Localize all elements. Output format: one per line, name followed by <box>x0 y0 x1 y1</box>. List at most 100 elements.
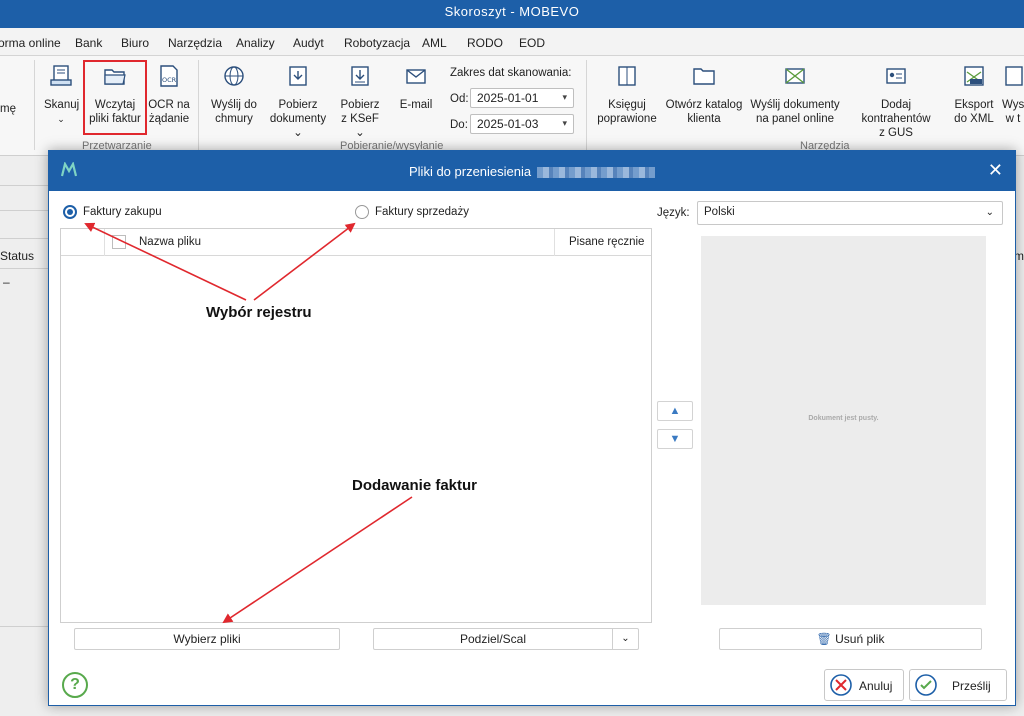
divider <box>0 626 48 627</box>
date-from-value: 2025-01-01 <box>477 91 539 105</box>
radio-selected-icon <box>63 205 77 219</box>
files-dialog: Pliki do przeniesienia ✕ Faktury zakupu … <box>48 150 1016 706</box>
send-cloud-button[interactable]: Wyślij do chmury <box>206 64 262 126</box>
divider <box>0 210 48 211</box>
date-to-value: 2025-01-03 <box>477 117 539 131</box>
menu-item-robotyzacja[interactable]: Robotyzacja <box>344 36 410 50</box>
arrow-down-icon: ▼ <box>669 433 681 445</box>
split-merge-label: Podziel/Scal <box>459 632 527 646</box>
select-all-checkbox[interactable] <box>112 235 126 249</box>
highlight-box <box>83 60 147 135</box>
cancel-label: Anuluj <box>859 679 893 693</box>
dialog-title: Pliki do przeniesienia <box>409 164 532 179</box>
send-button[interactable]: Prześlij <box>909 669 1007 701</box>
date-to-picker[interactable]: 2025-01-03 ▾ <box>470 114 574 134</box>
send-panel-label-2: na panel online <box>755 113 834 125</box>
send-label: Prześlij <box>952 679 991 693</box>
chevron-down-icon: ⌄ <box>293 127 303 139</box>
ocr-label-1: OCR na <box>148 99 190 111</box>
menu-item-audyt[interactable]: Audyt <box>293 36 324 50</box>
menu-item-rodo[interactable]: RODO <box>467 36 503 50</box>
radio-sales-label: Faktury sprzedaży <box>375 206 469 218</box>
ribbon: mę Skanuj ⌄ Wczytaj pliki faktur OCR OCR… <box>0 56 1024 156</box>
menu-item-biuro[interactable]: Biuro <box>121 36 149 50</box>
send-check-icon <box>915 674 937 696</box>
scan-button[interactable]: Skanuj ⌄ <box>44 64 80 126</box>
send-cut-label-2: w t <box>1005 113 1021 125</box>
menu-item-forma-online[interactable]: orma online <box>0 36 61 50</box>
send-panel-label-1: Wyślij dokumenty <box>750 99 840 111</box>
menu-item-eod[interactable]: EOD <box>519 36 545 50</box>
chevron-down-icon: ⌄ <box>57 114 65 124</box>
post-corrected-button[interactable]: Księguj poprawione <box>594 64 660 126</box>
scan-label: Skanuj <box>44 99 80 111</box>
email-label: E-mail <box>399 99 433 111</box>
annotation-adding-invoices: Dodawanie faktur <box>352 477 478 494</box>
open-folder-label-1: Otwórz katalog <box>665 99 743 111</box>
cancel-icon <box>830 674 852 696</box>
download-ksef-button[interactable]: Pobierz z KSeF ⌄ <box>336 64 384 140</box>
annotation-register-choice: Wybór rejestru <box>206 304 312 321</box>
globe-icon <box>224 66 244 86</box>
send-cut-button[interactable]: Wys w t <box>1002 64 1024 126</box>
date-from-picker[interactable]: 2025-01-01 ▾ <box>470 88 574 108</box>
email-button[interactable]: E-mail <box>394 64 438 112</box>
move-up-button[interactable]: ▲ <box>657 401 693 421</box>
chevron-down-icon[interactable]: ⌄ <box>612 629 638 649</box>
export-label-2: do XML <box>954 113 994 125</box>
menu-bar: orma online Bank Biuro Narzędzia Analizy… <box>0 28 1024 56</box>
date-from-label: Od: <box>450 93 469 105</box>
help-icon[interactable]: ? <box>62 672 88 698</box>
remove-file-button[interactable]: 🗑 Usuń plik <box>719 628 982 650</box>
menu-item-analizy[interactable]: Analizy <box>236 36 275 50</box>
redacted-name <box>537 167 655 178</box>
chevron-down-icon: ▾ <box>562 118 567 128</box>
ribbon-separator <box>34 60 35 150</box>
column-divider <box>104 229 105 256</box>
mobevo-logo-icon <box>61 162 77 177</box>
divider <box>0 268 48 269</box>
files-table: Nazwa pliku Pisane ręcznie <box>60 228 652 623</box>
radio-purchase-invoices[interactable]: Faktury zakupu <box>63 205 162 219</box>
add-contractors-label-2: z GUS <box>879 127 913 139</box>
remove-file-label: Usuń plik <box>835 632 885 646</box>
radio-sales-invoices[interactable]: Faktury sprzedaży <box>355 205 469 219</box>
add-contractors-label-1: Dodaj kontrahentów <box>861 99 931 125</box>
move-down-button[interactable]: ▼ <box>657 429 693 449</box>
ribbon-separator <box>586 60 587 150</box>
menu-item-bank[interactable]: Bank <box>75 36 102 50</box>
ocr-label-2: żądanie <box>148 113 190 125</box>
language-label: Język: <box>657 207 690 219</box>
menu-item-narzedzia[interactable]: Narzędzia <box>168 36 222 50</box>
close-icon[interactable]: ✕ <box>988 160 1003 180</box>
email-icon <box>406 69 426 84</box>
send-to-panel-button[interactable]: Wyślij dokumenty na panel online <box>750 64 840 126</box>
window-title: Skoroszyt - MOBEVO <box>0 0 1024 28</box>
open-client-folder-button[interactable]: Otwórz katalog klienta <box>664 64 744 126</box>
choose-files-button[interactable]: Wybierz pliki <box>74 628 340 650</box>
menu-item-aml[interactable]: AML <box>422 36 447 50</box>
language-value: Polski <box>704 206 735 218</box>
download-documents-button[interactable]: Pobierz dokumenty ⌄ <box>264 64 332 140</box>
export-xml-button[interactable]: Eksport do XML <box>952 64 996 126</box>
divider <box>0 238 48 239</box>
split-merge-button[interactable]: Podziel/Scal ⌄ <box>373 628 639 650</box>
download-ksef-label-2: z KSeF <box>341 113 379 125</box>
export-label-1: Eksport <box>954 99 994 111</box>
scanner-icon <box>50 65 72 86</box>
language-select[interactable]: Polski ⌄ <box>697 201 1003 225</box>
column-header-filename[interactable]: Nazwa pliku <box>139 236 201 248</box>
status-value: – <box>3 275 10 289</box>
book-icon <box>618 66 636 86</box>
send-cut-label-1: Wys <box>1002 99 1024 111</box>
ocr-button[interactable]: OCR OCR na żądanie <box>148 64 190 126</box>
chevron-down-icon: ⌄ <box>355 127 365 139</box>
add-contractors-gus-button[interactable]: Dodaj kontrahentów z GUS <box>846 64 946 140</box>
folder-icon <box>693 68 715 85</box>
svg-text:OCR: OCR <box>162 76 177 84</box>
column-header-handwritten[interactable]: Pisane ręcznie <box>569 236 644 248</box>
cancel-button[interactable]: Anuluj <box>824 669 904 701</box>
preview-empty-text: Dokument jest pusty. <box>808 415 879 422</box>
contractor-card-icon <box>886 68 906 84</box>
chevron-down-icon: ▾ <box>562 92 567 102</box>
